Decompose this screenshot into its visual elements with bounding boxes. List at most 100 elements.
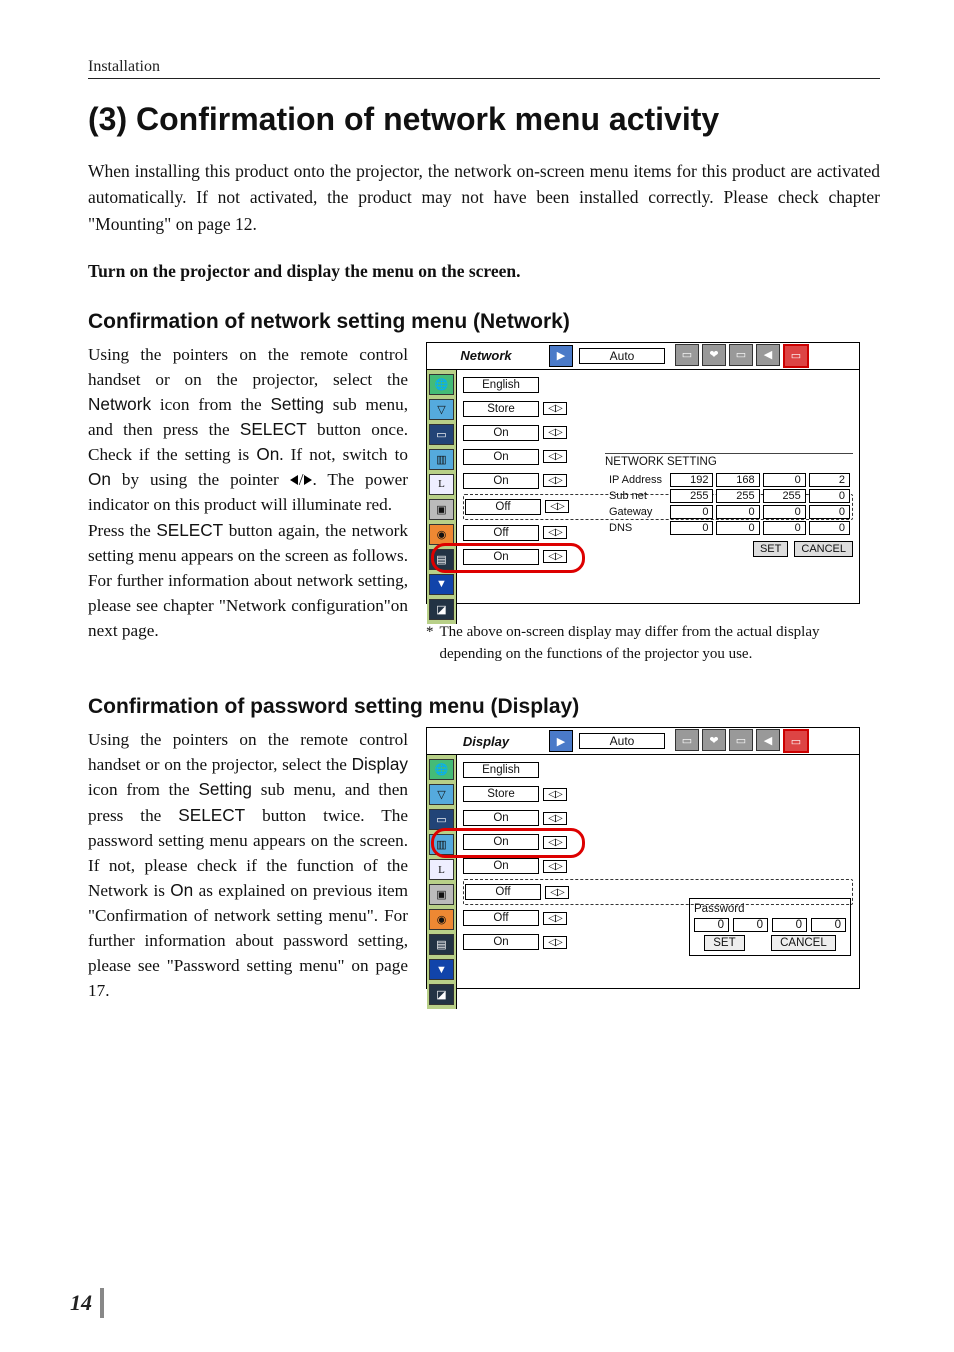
plug-icon[interactable]: ▣ — [429, 884, 454, 905]
network-icon[interactable]: ▤ — [429, 549, 454, 570]
display-icon[interactable]: ▥ — [429, 449, 454, 470]
osd-tab-selected[interactable]: ▭ — [783, 344, 809, 368]
cancel-button[interactable]: CANCEL — [771, 935, 836, 951]
arrow-stepper[interactable]: ◁▷ — [543, 550, 567, 563]
ip-cell[interactable]: 255 — [716, 489, 759, 503]
arrow-stepper[interactable]: ◁▷ — [543, 526, 567, 539]
triangle-icon[interactable]: ▽ — [429, 784, 454, 805]
osd-sidebar: 🌐 ▽ ▭ ▥ L ▣ ◉ ▤ ▼ ◪ — [427, 370, 457, 624]
cancel-button[interactable]: CANCEL — [794, 541, 853, 557]
pwd-cell[interactable]: 0 — [733, 918, 768, 932]
display-section: Using the pointers on the remote control… — [88, 727, 880, 1003]
ip-cell[interactable]: 0 — [716, 521, 759, 535]
triangle-icon[interactable]: ▽ — [429, 399, 454, 420]
osd-field[interactable]: On — [463, 810, 539, 826]
network-icon[interactable]: ▤ — [429, 934, 454, 955]
osd-field[interactable]: Store — [463, 401, 539, 417]
set-button[interactable]: SET — [704, 935, 744, 951]
arrow-stepper[interactable]: ◁▷ — [545, 500, 569, 513]
row-label: Sub net — [608, 489, 667, 503]
osd-field[interactable]: Off — [465, 884, 541, 900]
ip-cell[interactable]: 0 — [763, 505, 806, 519]
osd-field[interactable]: Store — [463, 786, 539, 802]
down-icon[interactable]: ▼ — [429, 574, 454, 595]
ip-cell[interactable]: 0 — [763, 473, 806, 487]
osd-field[interactable]: Off — [463, 910, 539, 926]
osd-tab[interactable]: ▭ — [729, 729, 753, 751]
sound-icon[interactable]: ◉ — [429, 524, 454, 545]
arrow-stepper[interactable]: ◁▷ — [543, 788, 567, 801]
ip-cell[interactable]: 0 — [670, 521, 713, 535]
arrow-stepper[interactable]: ◁▷ — [543, 836, 567, 849]
pwd-cell[interactable]: 0 — [772, 918, 807, 932]
osd-field[interactable]: On — [463, 449, 539, 465]
osd-tab[interactable]: ▭ — [675, 344, 699, 366]
osd-field[interactable]: On — [463, 934, 539, 950]
ip-cell[interactable]: 192 — [670, 473, 713, 487]
osd-tab[interactable]: ▭ — [675, 729, 699, 751]
arrow-stepper[interactable]: ◁▷ — [543, 936, 567, 949]
osd-field-highlight[interactable]: On — [463, 834, 539, 850]
page-number-bar — [100, 1288, 104, 1318]
ip-cell[interactable]: 0 — [809, 521, 850, 535]
arrow-stepper[interactable]: ◁▷ — [543, 912, 567, 925]
plug-icon[interactable]: ▣ — [429, 499, 454, 520]
ip-cell[interactable]: 168 — [716, 473, 759, 487]
arrow-stepper[interactable]: ◁▷ — [543, 812, 567, 825]
osd-tab[interactable]: ◀ — [756, 729, 780, 751]
osd-auto[interactable]: Auto — [579, 733, 665, 749]
ip-cell[interactable]: 0 — [809, 505, 850, 519]
ip-cell[interactable]: 2 — [809, 473, 850, 487]
top-rule — [88, 78, 880, 79]
panel-title: NETWORK SETTING — [605, 456, 853, 468]
ip-cell[interactable]: 255 — [670, 489, 713, 503]
osd-header: Display ▶ Auto ▭ ❤ ▭ ◀ ▭ — [427, 728, 859, 755]
arrow-stepper[interactable]: ◁▷ — [543, 860, 567, 873]
rect-icon[interactable]: ▭ — [429, 809, 454, 830]
down-icon[interactable]: ▼ — [429, 959, 454, 980]
exit-icon[interactable]: ◪ — [429, 599, 454, 620]
exit-icon[interactable]: ◪ — [429, 984, 454, 1005]
ip-cell[interactable]: 0 — [670, 505, 713, 519]
arrow-stepper[interactable]: ◁▷ — [545, 886, 569, 899]
globe-icon[interactable]: 🌐 — [429, 374, 454, 395]
set-button[interactable]: SET — [753, 541, 788, 557]
osd-tab[interactable]: ❤ — [702, 344, 726, 366]
osd-field[interactable]: On — [463, 858, 539, 874]
rect-icon[interactable]: ▭ — [429, 424, 454, 445]
osd-field[interactable]: Off — [465, 499, 541, 515]
arrow-stepper[interactable]: ◁▷ — [543, 474, 567, 487]
ip-cell[interactable]: 0 — [809, 489, 850, 503]
kw-setting: Setting — [270, 394, 324, 414]
l-icon[interactable]: L — [429, 474, 454, 495]
ip-cell[interactable]: 0 — [763, 521, 806, 535]
osd-tab[interactable]: ❤ — [702, 729, 726, 751]
osd-field[interactable]: English — [463, 377, 539, 393]
sound-icon[interactable]: ◉ — [429, 909, 454, 930]
osd-field[interactable]: On — [463, 425, 539, 441]
osd-field[interactable]: English — [463, 762, 539, 778]
pwd-cell[interactable]: 0 — [811, 918, 846, 932]
ip-cell[interactable]: 255 — [763, 489, 806, 503]
text: icon from the — [151, 395, 270, 414]
globe-icon[interactable]: 🌐 — [429, 759, 454, 780]
ip-cell[interactable]: 0 — [716, 505, 759, 519]
arrow-stepper[interactable]: ◁▷ — [543, 402, 567, 415]
osd-tab[interactable]: ▭ — [729, 344, 753, 366]
display-icon[interactable]: ▥ — [429, 834, 454, 855]
arrow-stepper[interactable]: ◁▷ — [543, 450, 567, 463]
osd-tabs: ▭ ❤ ▭ ◀ ▭ — [675, 344, 809, 368]
osd-footnote: * The above on-screen display may differ… — [426, 622, 880, 666]
osd-tab[interactable]: ◀ — [756, 344, 780, 366]
osd-field[interactable]: On — [463, 473, 539, 489]
osd-tab-selected[interactable]: ▭ — [783, 729, 809, 753]
osd-field-highlight[interactable]: On — [463, 549, 539, 565]
osd-header-icon[interactable]: ▶ — [549, 730, 573, 752]
l-icon[interactable]: L — [429, 859, 454, 880]
pwd-cell[interactable]: 0 — [694, 918, 729, 932]
osd-auto[interactable]: Auto — [579, 348, 665, 364]
osd-header-icon[interactable]: ▶ — [549, 345, 573, 367]
page-number: 14 — [70, 1290, 92, 1316]
osd-field[interactable]: Off — [463, 525, 539, 541]
arrow-stepper[interactable]: ◁▷ — [543, 426, 567, 439]
